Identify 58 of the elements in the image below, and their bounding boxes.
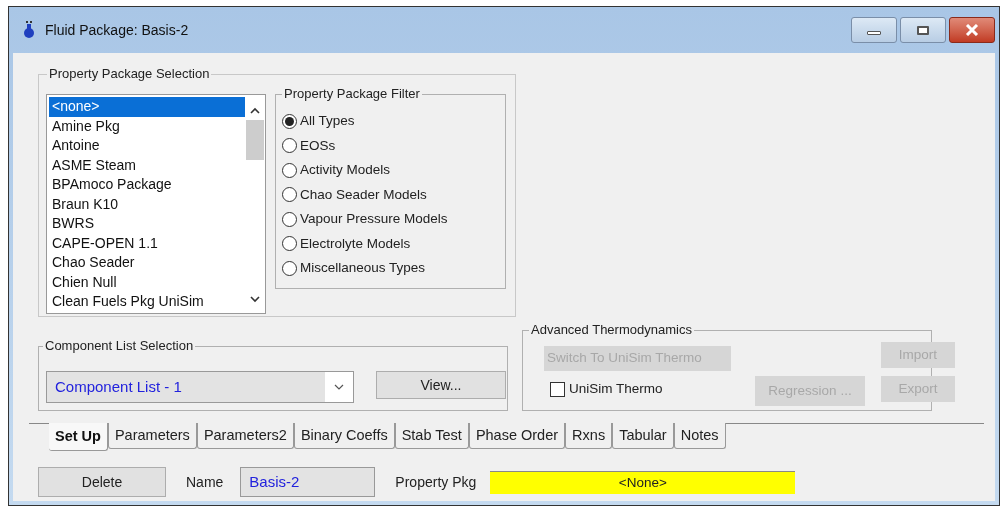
tab[interactable]: Parameters	[107, 423, 197, 449]
checkbox-label: UniSim Thermo	[569, 380, 663, 398]
name-field[interactable]: Basis-2	[240, 467, 376, 497]
list-item[interactable]: Antoine	[49, 136, 245, 156]
radio-label: Chao Seader Models	[300, 185, 427, 204]
window-title: Fluid Package: Basis-2	[45, 20, 189, 40]
tab[interactable]: Binary Coeffs	[293, 423, 395, 449]
maximize-button[interactable]	[900, 17, 946, 43]
close-icon	[965, 24, 979, 36]
list-item[interactable]: Chao Seader	[49, 253, 245, 273]
radio-button[interactable]	[282, 138, 297, 154]
name-label: Name	[186, 472, 224, 492]
tab[interactable]: Stab Test	[394, 423, 469, 449]
tab[interactable]: Rxns	[565, 423, 613, 449]
list-item[interactable]: Braun K10	[49, 194, 245, 214]
radio-label: EOSs	[300, 136, 336, 155]
minimize-button[interactable]	[851, 17, 897, 43]
group-title: Component List Selection	[43, 338, 196, 354]
list-item[interactable]: ASME Steam	[49, 155, 245, 175]
radio-button[interactable]	[282, 236, 297, 252]
radio-button[interactable]	[282, 260, 297, 276]
list-item[interactable]: CAPE-OPEN 1.1	[49, 233, 245, 253]
radio-button[interactable]	[282, 187, 297, 203]
scroll-down-icon[interactable]	[250, 296, 260, 303]
radio-label: All Types	[300, 112, 355, 131]
list-item[interactable]: Amine Pkg	[49, 116, 245, 136]
radio-button[interactable]	[282, 162, 297, 178]
radio-label: Miscellaneous Types	[300, 259, 426, 278]
tab[interactable]: Tabular	[612, 423, 674, 449]
radio-button[interactable]	[282, 211, 297, 227]
close-button[interactable]	[949, 17, 995, 43]
list-item[interactable]: <none>	[49, 97, 245, 117]
delete-button[interactable]: Delete	[38, 467, 166, 497]
package-list[interactable]: <none> Amine Pkg Antoine ASME Steam BPAmoco Package Braun K10 BWRS CAPE-OPEN 1.1 Chao Seader Chien Null Clean Fuels Pkg UniSim	[46, 94, 266, 314]
tab[interactable]: Notes	[673, 423, 726, 449]
flask-icon	[23, 21, 35, 39]
chevron-down-icon	[334, 384, 344, 390]
group-title: Advanced Thermodynamics	[529, 322, 694, 338]
property-pkg-field: <None>	[490, 470, 796, 494]
radio-label: Electrolyte Models	[300, 234, 411, 253]
group-title: Property Package Filter	[282, 86, 422, 102]
property-pkg-label: Property Pkg	[395, 472, 477, 492]
tab[interactable]: Parameters2	[196, 423, 294, 449]
list-item[interactable]: BWRS	[49, 214, 245, 234]
scroll-up-icon[interactable]	[250, 107, 260, 114]
view-button[interactable]: View...	[376, 371, 506, 399]
scroll-thumb[interactable]	[246, 120, 264, 160]
list-item[interactable]: Clean Fuels Pkg UniSim	[49, 292, 245, 312]
tab[interactable]: Set Up	[49, 423, 108, 451]
tab[interactable]: Phase Order	[468, 423, 566, 449]
radio-button[interactable]	[282, 113, 297, 129]
group-title: Property Package Selection	[47, 66, 212, 82]
checkbox[interactable]	[550, 381, 565, 397]
radio-label: Activity Models	[300, 161, 391, 180]
list-item[interactable]: Chien Null	[49, 272, 245, 292]
component-list-dropdown[interactable]: Component List - 1	[46, 371, 354, 403]
radio-label: Vapour Pressure Models	[300, 210, 448, 229]
list-item[interactable]: BPAmoco Package	[49, 175, 245, 195]
